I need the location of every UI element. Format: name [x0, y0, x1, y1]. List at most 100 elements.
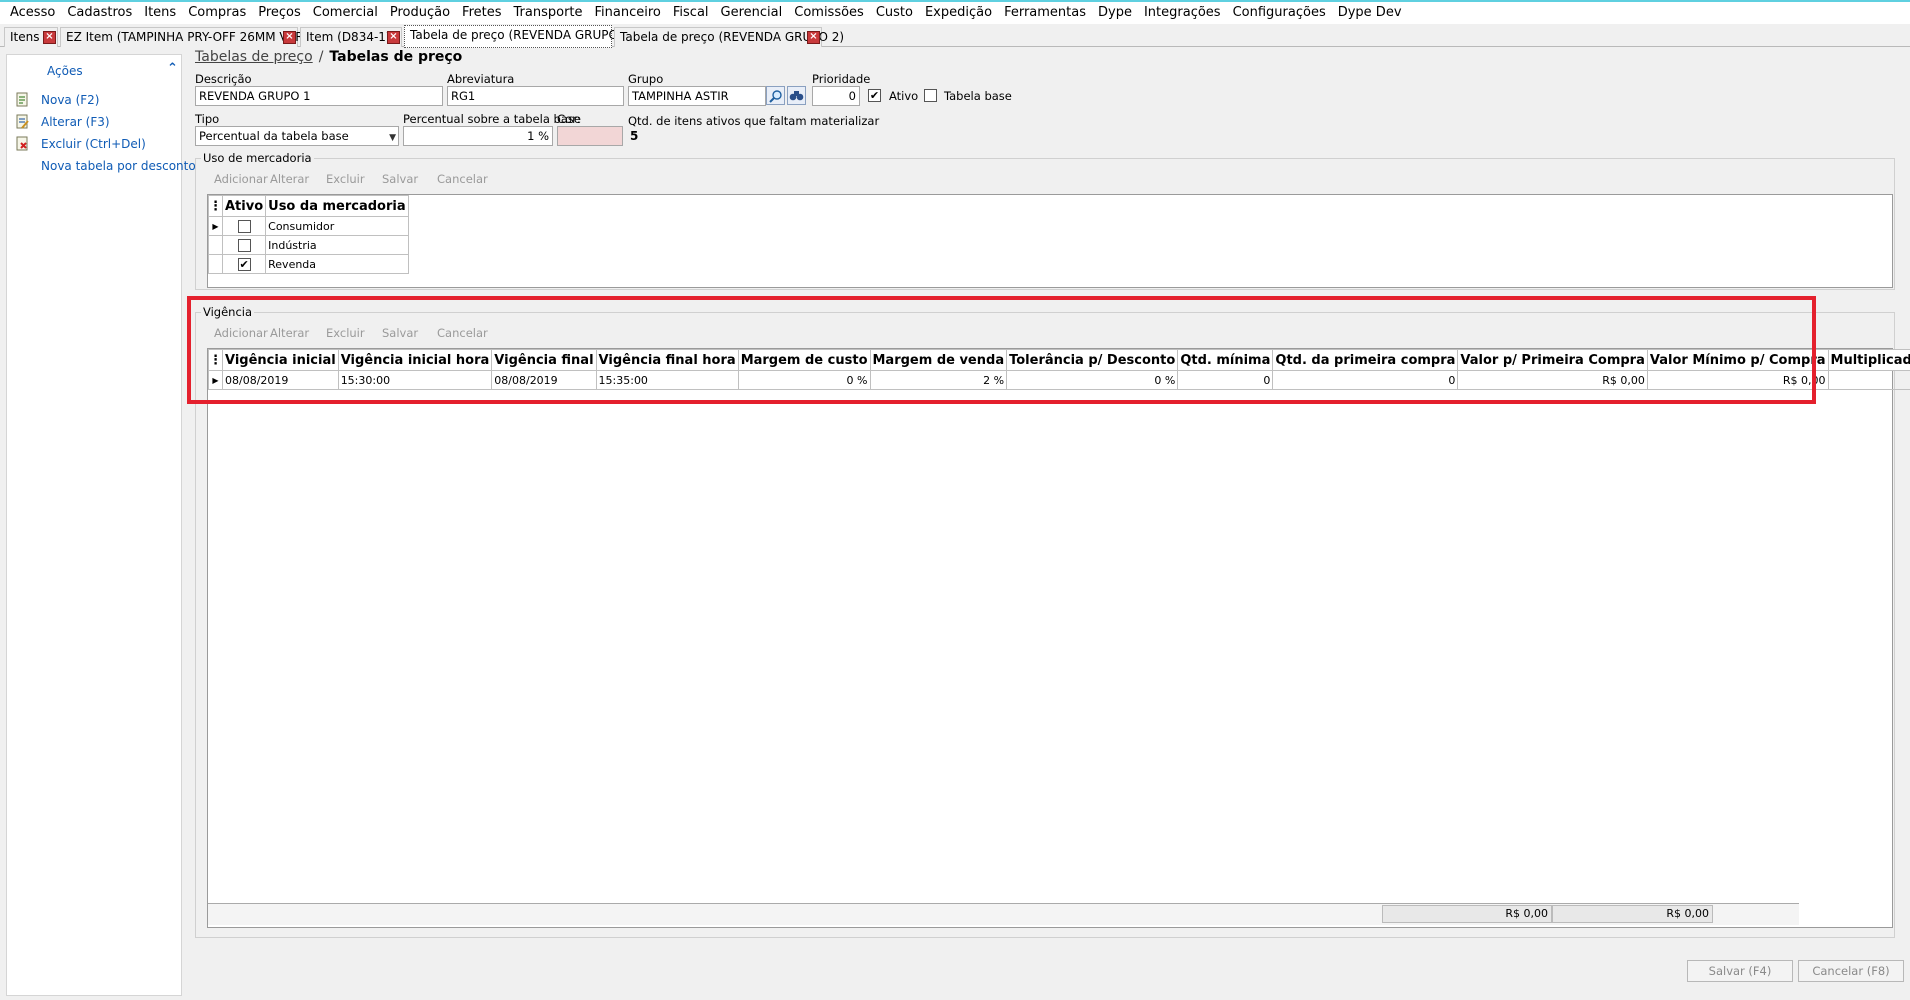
actions-header[interactable]: Ações ⌃	[7, 55, 181, 81]
prioridade-field[interactable]: 0	[812, 86, 860, 106]
menu-item[interactable]: Integrações	[1138, 2, 1227, 24]
menu-item[interactable]: Cadastros	[61, 2, 138, 24]
tab-ez-item[interactable]: EZ Item (TAMPINHA PRY-OFF 26MM VERDE) ×	[60, 27, 325, 47]
action-nova-tabela-desconto[interactable]: Nova tabela por desconto	[15, 157, 196, 175]
salvar-button[interactable]: Salvar	[382, 326, 418, 340]
alterar-button[interactable]: Alterar	[270, 326, 309, 340]
table-cell[interactable]: 15:30:00	[337, 370, 493, 390]
table-cell[interactable]: 0	[1177, 370, 1274, 390]
tabela-base-checkbox[interactable]	[924, 89, 937, 102]
tab-item-d834[interactable]: Item (D834-17) ×	[300, 27, 402, 47]
menu-item[interactable]: Dype	[1092, 2, 1138, 24]
table-cell[interactable]: 08/08/2019	[222, 370, 339, 390]
menu-item[interactable]: Comissões	[788, 2, 870, 24]
ativo-checkbox[interactable]: ✔	[868, 89, 881, 102]
table-row[interactable]: ✔ Revenda	[208, 254, 409, 274]
close-icon[interactable]: ×	[387, 31, 400, 44]
column-chooser-icon[interactable]: ⋮	[208, 195, 223, 217]
table-cell[interactable]: R$ 0,00	[1646, 370, 1829, 390]
abreviatura-field[interactable]: RG1	[447, 86, 624, 106]
action-nova[interactable]: Nova (F2)	[15, 91, 100, 109]
cancelar-button[interactable]: Cancelar	[437, 326, 488, 340]
table-cell[interactable]: R$ 0,00	[1457, 370, 1648, 390]
table-cell[interactable]	[221, 235, 267, 255]
table-row[interactable]: ▶ Consumidor	[208, 216, 409, 236]
tab-tabela-preco-grupo1[interactable]: Tabela de preço (REVENDA GRUPO 1)	[404, 25, 634, 48]
cancelar-f8-button[interactable]: Cancelar (F8)	[1798, 960, 1904, 982]
close-icon[interactable]: ×	[283, 31, 296, 44]
search-icon[interactable]	[766, 86, 785, 105]
binoculars-icon[interactable]	[787, 86, 806, 105]
ativo-checkbox[interactable]: ✔	[237, 257, 251, 271]
close-icon[interactable]: ×	[43, 31, 56, 44]
tipo-select[interactable]: Percentual da tabela base ▼	[195, 126, 399, 146]
adicionar-button[interactable]: Adicionar	[214, 172, 268, 186]
menu-item[interactable]: Fretes	[456, 2, 507, 24]
menu-item[interactable]: Expedição	[919, 2, 998, 24]
column-header[interactable]: Margem de venda	[869, 349, 1008, 371]
column-chooser-icon[interactable]: ⋮	[208, 349, 223, 371]
column-header[interactable]: Vigência final	[491, 349, 597, 371]
column-header[interactable]: Valor Mínimo p/ Compra	[1646, 349, 1829, 371]
breadcrumb-link[interactable]: Tabelas de preço	[195, 49, 313, 65]
ativo-checkbox[interactable]	[237, 219, 251, 233]
menu-item[interactable]: Gerencial	[715, 2, 789, 24]
menu-item[interactable]: Transporte	[508, 2, 589, 24]
table-cell[interactable]: 0 %	[737, 370, 871, 390]
table-row[interactable]: ▶ 08/08/2019 15:30:00 08/08/2019 15:35:0…	[208, 370, 1910, 390]
chevron-up-icon[interactable]: ⌃	[167, 61, 178, 76]
salvar-f4-button[interactable]: Salvar (F4)	[1687, 960, 1793, 982]
ativo-checkbox[interactable]	[237, 238, 251, 252]
column-header[interactable]: Vigência inicial hora	[337, 349, 493, 371]
menu-item[interactable]: Acesso	[4, 2, 61, 24]
tab-itens[interactable]: Itens ×	[4, 27, 58, 47]
menu-item[interactable]: Produção	[384, 2, 456, 24]
menu-item[interactable]: Fiscal	[667, 2, 715, 24]
menu-item[interactable]: Configurações	[1227, 2, 1332, 24]
menu-item[interactable]: Custo	[870, 2, 919, 24]
excluir-button[interactable]: Excluir	[326, 326, 365, 340]
menu-item[interactable]: Itens	[138, 2, 182, 24]
table-cell[interactable]	[221, 216, 267, 236]
menu-item[interactable]: Ferramentas	[998, 2, 1092, 24]
grupo-field[interactable]: TAMPINHA ASTIR	[628, 86, 766, 106]
column-header[interactable]: Qtd. da primeira compra	[1272, 349, 1459, 371]
menu-item[interactable]: Dype Dev	[1332, 2, 1408, 24]
excluir-button[interactable]: Excluir	[326, 172, 365, 186]
column-header[interactable]: Uso da mercadoria	[265, 195, 409, 217]
table-cell[interactable]: 1	[1827, 370, 1910, 390]
descricao-field[interactable]: REVENDA GRUPO 1	[195, 86, 443, 106]
menu-item[interactable]: Preços	[252, 2, 307, 24]
percentual-field[interactable]: 1 %	[403, 126, 553, 146]
table-cell[interactable]: ✔	[221, 254, 267, 274]
table-cell[interactable]: Indústria	[265, 235, 409, 255]
table-cell[interactable]: Revenda	[265, 254, 409, 274]
tab-tabela-preco-grupo2[interactable]: Tabela de preço (REVENDA GRUPO 2) ×	[614, 27, 844, 47]
column-header[interactable]: Vigência inicial	[222, 349, 339, 371]
menu-item[interactable]: Comercial	[307, 2, 384, 24]
menu-item[interactable]: Financeiro	[589, 2, 667, 24]
column-header[interactable]: Margem de custo	[737, 349, 871, 371]
column-header[interactable]: Qtd. mínima	[1177, 349, 1274, 371]
table-row[interactable]: Indústria	[208, 235, 409, 255]
table-cell[interactable]: Consumidor	[265, 216, 409, 236]
action-excluir[interactable]: Excluir (Ctrl+Del)	[15, 135, 146, 153]
table-cell[interactable]: 08/08/2019	[491, 370, 597, 390]
column-header[interactable]: Ativo	[221, 195, 267, 217]
close-icon[interactable]: ×	[807, 31, 820, 44]
table-cell[interactable]: 15:35:00	[595, 370, 739, 390]
action-alterar[interactable]: Alterar (F3)	[15, 113, 110, 131]
table-cell[interactable]: 0	[1272, 370, 1459, 390]
column-header[interactable]: Valor p/ Primeira Compra	[1457, 349, 1648, 371]
menu-item[interactable]: Compras	[182, 2, 252, 24]
salvar-button[interactable]: Salvar	[382, 172, 418, 186]
adicionar-button[interactable]: Adicionar	[214, 326, 268, 340]
table-cell[interactable]: 0 %	[1006, 370, 1179, 390]
column-header[interactable]: Tolerância p/ Desconto	[1006, 349, 1179, 371]
alterar-button[interactable]: Alterar	[270, 172, 309, 186]
column-header[interactable]: Vigência final hora	[595, 349, 739, 371]
cancelar-button[interactable]: Cancelar	[437, 172, 488, 186]
table-cell[interactable]: 2 %	[869, 370, 1008, 390]
cor-swatch[interactable]	[557, 126, 623, 146]
column-header[interactable]: Multiplicador	[1827, 349, 1910, 371]
